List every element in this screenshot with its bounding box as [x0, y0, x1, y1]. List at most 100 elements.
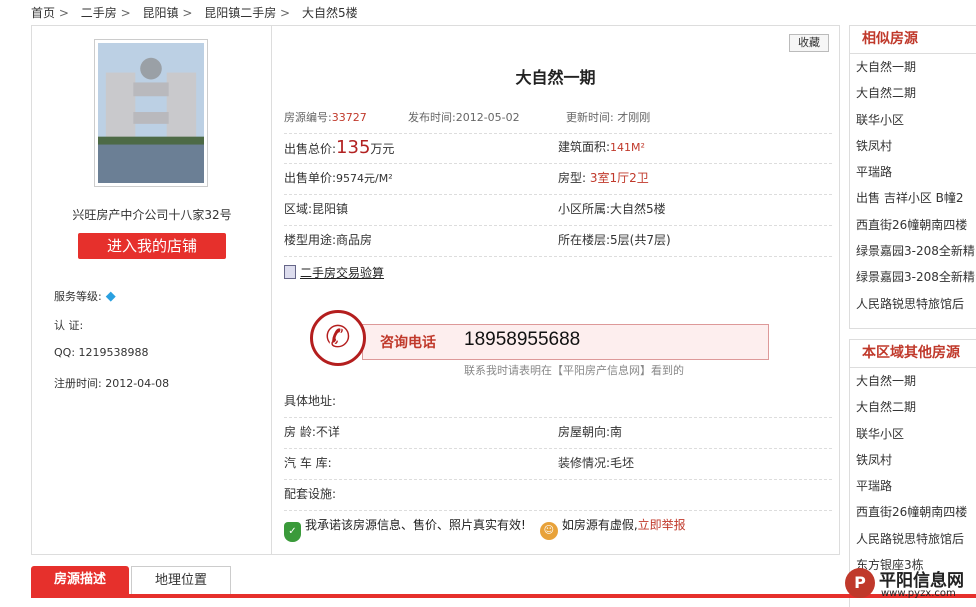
region-item[interactable]: 联华小区 — [850, 421, 976, 447]
update-label: 更新时间: — [566, 111, 614, 124]
total-value: 135 — [336, 137, 371, 158]
agent-panel: 兴旺房产中介公司十八家32号 进入我的店铺 服务等级: ◆ 认 证: QQ: 12… — [31, 25, 272, 555]
service-level: 服务等级: ◆ — [54, 288, 116, 304]
crumb-home[interactable]: 首页 — [31, 6, 55, 20]
region-item[interactable]: 铁凤村 — [850, 447, 976, 473]
use-value: 商品房 — [336, 233, 373, 247]
phone-label: 咨询电话 — [380, 335, 436, 351]
site-watermark: P 平阳信息网 www.pyzx.com — [843, 566, 976, 606]
similar-item[interactable]: 人民路锐思特旅馆后 — [850, 291, 976, 317]
community-label: 小区所属: — [558, 202, 611, 216]
reg-label: 注册时间: — [54, 377, 102, 390]
detail-tabs: 房源描述 地理位置 — [31, 566, 976, 606]
reg-date: 2012-04-08 — [105, 377, 170, 390]
agency-name: 兴旺房产中介公司十八家32号 — [72, 208, 232, 222]
agent-photo[interactable] — [94, 39, 208, 187]
community-value: 大自然5楼 — [610, 202, 666, 216]
publish-label: 发布时间: — [408, 111, 456, 124]
region-item[interactable]: 西直街26幢朝南四楼 — [850, 499, 976, 525]
logo-icon: P — [845, 568, 875, 598]
tab-location[interactable]: 地理位置 — [131, 566, 231, 594]
person-icon: ☺ — [539, 522, 558, 540]
area-field: 建筑面积:141M² — [558, 132, 645, 163]
unit-price-value: 9574元/M² — [336, 172, 393, 185]
crumb-sep: > — [280, 6, 291, 20]
crumb-town-secondhand[interactable]: 昆阳镇二手房 — [204, 6, 276, 20]
use-field: 楼型用途:商品房 — [284, 225, 372, 256]
id-label: 房源编号: — [284, 111, 332, 124]
promise-row: ✓ 我承诺该房源信息、售价、照片真实有效! ☺ 如房源有虚假,立即举报 — [284, 516, 686, 542]
update-value: 才刚刚 — [617, 111, 651, 124]
id-value: 33727 — [331, 111, 367, 124]
promise-text: 我承诺该房源信息、售价、照片真实有效! — [305, 518, 526, 532]
calc-label: 二手房交易验算 — [300, 266, 385, 280]
region-item[interactable]: 大自然二期 — [850, 394, 976, 420]
decor-field: 装修情况:毛坯 — [558, 448, 634, 479]
id-field: 房源编号:33727 — [284, 102, 367, 133]
layout-label: 房型: — [558, 171, 587, 185]
address-row: 具体地址: — [284, 386, 832, 418]
qq-label: QQ: — [54, 346, 76, 359]
crumb-sep: > — [182, 6, 193, 20]
phone-icon: ✆ — [310, 310, 366, 366]
age-field: 房 龄:不详 — [284, 417, 340, 448]
layout-value: 3室1厅2卫 — [589, 171, 649, 185]
shield-icon: ✓ — [284, 522, 301, 542]
cert-label: 认 证: — [54, 319, 84, 332]
layout-field: 房型: 3室1厅2卫 — [558, 163, 649, 194]
listing-title: 大自然一期 — [515, 68, 596, 87]
crumb-current: 大自然5楼 — [301, 6, 358, 20]
region-value: 昆阳镇 — [312, 202, 349, 216]
crumb-sep: > — [58, 6, 69, 20]
unit-price-field: 出售单价:9574元/M² — [284, 163, 393, 194]
total-label: 出售总价: — [284, 142, 337, 156]
similar-item[interactable]: 出售 吉祥小区 B幢2 — [850, 185, 976, 211]
meta-row: 房源编号:33727 发布时间:2012-05-02 更新时间: 才刚刚 — [284, 102, 832, 134]
region-item[interactable]: 人民路锐思特旅馆后 — [850, 526, 976, 552]
use-row: 楼型用途:商品房 所在楼层:5层(共7层) — [284, 225, 832, 257]
region-item[interactable]: 平瑞路 — [850, 473, 976, 499]
crumb-secondhand[interactable]: 二手房 — [81, 6, 117, 20]
qq-value: 1219538988 — [78, 346, 149, 359]
unit-price-label: 出售单价: — [284, 171, 337, 185]
crumb-town[interactable]: 昆阳镇 — [142, 6, 178, 20]
similar-item[interactable]: 绿景嘉园3-208全新精 — [850, 264, 976, 290]
facility-row: 配套设施: — [284, 479, 832, 511]
similar-item[interactable]: 大自然一期 — [850, 54, 976, 80]
calculator-icon — [284, 265, 296, 279]
similar-item[interactable]: 铁凤村 — [850, 133, 976, 159]
calc-link[interactable]: 二手房交易验算 — [284, 264, 384, 281]
qq-row: QQ: 1219538988 — [54, 346, 149, 359]
total-field: 出售总价:135万元 — [284, 132, 394, 165]
phone-number[interactable]: 18958955688 — [464, 329, 580, 351]
similar-item[interactable]: 平瑞路 — [850, 159, 976, 185]
facing-field: 房屋朝向:南 — [558, 417, 622, 448]
use-label: 楼型用途: — [284, 233, 337, 247]
enter-shop-button[interactable]: 进入我的店铺 — [78, 233, 226, 259]
favorite-button[interactable]: 收藏 — [789, 34, 829, 52]
publish-value: 2012-05-02 — [455, 111, 520, 124]
crumb-sep: > — [120, 6, 131, 20]
similar-item[interactable]: 绿景嘉园3-208全新精 — [850, 238, 976, 264]
similar-item[interactable]: 大自然二期 — [850, 80, 976, 106]
diamond-icon: ◆ — [105, 289, 116, 304]
similar-listings: 相似房源 大自然一期 大自然二期 联华小区 铁凤村 平瑞路 出售 吉祥小区 B幢… — [849, 25, 976, 329]
facing-value: 南 — [610, 425, 623, 439]
tab-description[interactable]: 房源描述 — [31, 566, 129, 594]
similar-item[interactable]: 联华小区 — [850, 107, 976, 133]
garage-label: 汽 车 库: — [284, 456, 332, 470]
decor-value: 毛坯 — [610, 456, 635, 470]
region-row: 区域:昆阳镇 小区所属:大自然5楼 — [284, 194, 832, 226]
region-label: 区域: — [284, 202, 313, 216]
similar-title: 相似房源 — [850, 26, 976, 54]
report-link[interactable]: 立即举报 — [638, 518, 686, 532]
reg-row: 注册时间: 2012-04-08 — [54, 375, 169, 391]
service-level-label: 服务等级: — [54, 290, 102, 303]
age-value: 不详 — [315, 425, 340, 439]
similar-item[interactable]: 西直街26幢朝南四楼 — [850, 212, 976, 238]
region-item[interactable]: 大自然一期 — [850, 368, 976, 394]
phone-note: 联系我时请表明在【平阳房产信息网】看到的 — [464, 364, 684, 377]
publish-field: 发布时间:2012-05-02 — [408, 102, 520, 133]
fake-text: 如房源有虚假, — [561, 518, 638, 532]
update-field: 更新时间: 才刚刚 — [566, 102, 650, 133]
